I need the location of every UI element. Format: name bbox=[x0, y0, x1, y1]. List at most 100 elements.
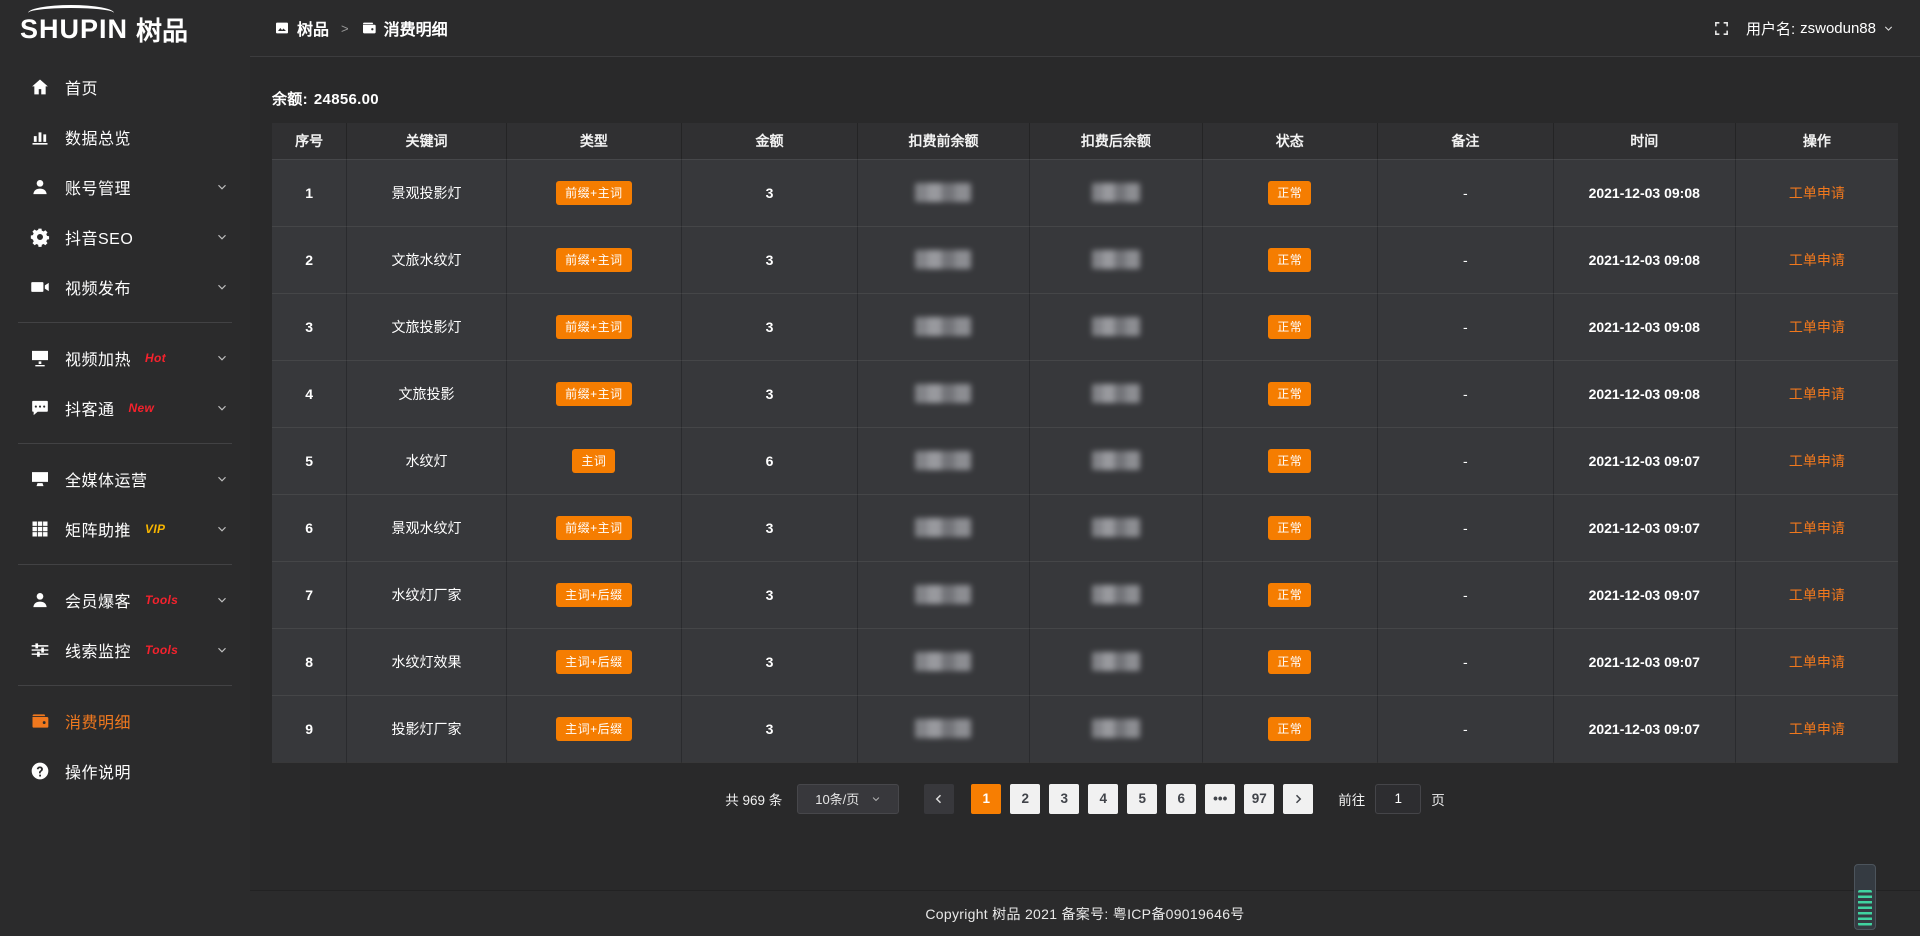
work-order-link[interactable]: 工单申请 bbox=[1789, 520, 1845, 536]
sidebar-divider bbox=[18, 443, 232, 444]
cell-post_balance bbox=[1030, 293, 1202, 360]
cell-status: 正常 bbox=[1202, 293, 1378, 360]
sidebar-item-label: 操作说明 bbox=[65, 759, 131, 783]
monitor-icon bbox=[30, 469, 50, 489]
breadcrumb-item-1[interactable]: 消费明细 bbox=[361, 16, 448, 40]
page-button-2[interactable]: 2 bbox=[1010, 784, 1040, 814]
cell-remark: - bbox=[1378, 695, 1554, 762]
work-order-link[interactable]: 工单申请 bbox=[1789, 185, 1845, 201]
sidebar-divider bbox=[18, 322, 232, 323]
breadcrumb: 树品>消费明细 bbox=[274, 16, 448, 40]
column-header-type: 类型 bbox=[506, 123, 682, 159]
table-body: 1景观投影灯前缀+主词3正常-2021-12-03 09:08工单申请2文旅水纹… bbox=[272, 159, 1898, 762]
prev-page-button[interactable] bbox=[924, 784, 954, 814]
sidebar-item-douketong[interactable]: 抖客通New bbox=[0, 383, 250, 433]
redacted-balance bbox=[1092, 652, 1140, 671]
sidebar-item-clue-monitor[interactable]: 线索监控 Tools bbox=[0, 625, 250, 675]
sidebar-item-data-overview[interactable]: 数据总览 bbox=[0, 112, 250, 162]
sidebar-item-video-publish[interactable]: 视频发布 bbox=[0, 262, 250, 312]
page-button-5[interactable]: 5 bbox=[1127, 784, 1157, 814]
chevron-down-icon bbox=[216, 231, 228, 243]
type-badge: 前缀+主词 bbox=[556, 382, 632, 406]
sidebar-item-operation-guide[interactable]: 操作说明 bbox=[0, 746, 250, 796]
cell-time: 2021-12-03 09:08 bbox=[1553, 360, 1735, 427]
cell-remark: - bbox=[1378, 293, 1554, 360]
fullscreen-icon[interactable] bbox=[1713, 20, 1730, 37]
column-header-status: 状态 bbox=[1202, 123, 1378, 159]
sidebar-item-label: 视频加热 bbox=[65, 346, 131, 370]
gear-icon bbox=[30, 227, 50, 247]
sidebar-item-home[interactable]: 首页 bbox=[0, 62, 250, 112]
work-order-link[interactable]: 工单申请 bbox=[1789, 453, 1845, 469]
type-badge: 主词+后缀 bbox=[556, 717, 632, 741]
page-button-6[interactable]: 6 bbox=[1166, 784, 1196, 814]
column-header-amount: 金额 bbox=[682, 123, 858, 159]
page-size-select[interactable]: 10条/页 bbox=[797, 784, 899, 814]
video-icon bbox=[30, 277, 50, 297]
sidebar-item-account-management[interactable]: 账号管理 bbox=[0, 162, 250, 212]
cell-no: 8 bbox=[272, 628, 347, 695]
redacted-balance bbox=[915, 317, 971, 336]
type-badge: 主词+后缀 bbox=[556, 650, 632, 674]
goto-page-input[interactable] bbox=[1375, 784, 1421, 814]
sidebar-item-consumption-detail[interactable]: 消费明细 bbox=[0, 696, 250, 746]
breadcrumb-item-0[interactable]: 树品 bbox=[274, 16, 329, 40]
cell-keyword: 水纹灯厂家 bbox=[347, 561, 506, 628]
redacted-balance bbox=[1092, 183, 1140, 202]
sidebar-item-label: 首页 bbox=[65, 75, 98, 99]
cell-keyword: 景观投影灯 bbox=[347, 159, 506, 226]
chevron-down-icon bbox=[216, 644, 228, 656]
sidebar-item-member-baoke[interactable]: 会员爆客Tools bbox=[0, 575, 250, 625]
breadcrumb-label: 消费明细 bbox=[384, 16, 448, 40]
redacted-balance bbox=[1092, 518, 1140, 537]
cell-keyword: 水纹灯效果 bbox=[347, 628, 506, 695]
mini-widget[interactable] bbox=[1854, 864, 1876, 930]
sidebar-item-video-heating[interactable]: 视频加热Hot bbox=[0, 333, 250, 383]
sidebar-item-all-media-operation[interactable]: 全媒体运营 bbox=[0, 454, 250, 504]
status-badge: 正常 bbox=[1268, 181, 1311, 205]
page-button-3[interactable]: 3 bbox=[1049, 784, 1079, 814]
sidebar-item-label: 线索监控 bbox=[65, 638, 131, 662]
cell-keyword: 投影灯厂家 bbox=[347, 695, 506, 762]
page-size-label: 10条/页 bbox=[815, 789, 859, 808]
work-order-link[interactable]: 工单申请 bbox=[1789, 386, 1845, 402]
sidebar-item-label: 抖音SEO bbox=[65, 225, 133, 249]
page-button-97[interactable]: 97 bbox=[1244, 784, 1274, 814]
next-page-button[interactable] bbox=[1283, 784, 1313, 814]
type-badge: 前缀+主词 bbox=[556, 315, 632, 339]
wallet-icon bbox=[361, 20, 377, 36]
work-order-link[interactable]: 工单申请 bbox=[1789, 252, 1845, 268]
cell-no: 5 bbox=[272, 427, 347, 494]
sidebar-item-label: 会员爆客 bbox=[65, 588, 131, 612]
cell-pre_balance bbox=[857, 427, 1029, 494]
work-order-link[interactable]: 工单申请 bbox=[1789, 721, 1845, 737]
status-badge: 正常 bbox=[1268, 717, 1311, 741]
redacted-balance bbox=[1092, 451, 1140, 470]
sidebar-item-douyin-seo[interactable]: 抖音SEO bbox=[0, 212, 250, 262]
cell-time: 2021-12-03 09:08 bbox=[1553, 293, 1735, 360]
cell-time: 2021-12-03 09:07 bbox=[1553, 427, 1735, 494]
cell-no: 6 bbox=[272, 494, 347, 561]
pagination-more-button[interactable]: ••• bbox=[1205, 784, 1235, 814]
redacted-balance bbox=[915, 518, 971, 537]
sidebar-item-matrix-boost[interactable]: 矩阵助推VIP bbox=[0, 504, 250, 554]
sliders-icon bbox=[30, 640, 50, 660]
redacted-balance bbox=[1092, 250, 1140, 269]
cell-amount: 3 bbox=[682, 360, 858, 427]
mini-widget-stripes-icon bbox=[1858, 890, 1872, 926]
page-button-4[interactable]: 4 bbox=[1088, 784, 1118, 814]
work-order-link[interactable]: 工单申请 bbox=[1789, 654, 1845, 670]
user-menu[interactable]: 用户名: zswodun88 bbox=[1746, 18, 1894, 39]
cell-no: 4 bbox=[272, 360, 347, 427]
page-button-1[interactable]: 1 bbox=[971, 784, 1001, 814]
column-header-post_balance: 扣费后余额 bbox=[1030, 123, 1202, 159]
cell-action: 工单申请 bbox=[1735, 159, 1898, 226]
work-order-link[interactable]: 工单申请 bbox=[1789, 319, 1845, 335]
sidebar-divider bbox=[18, 685, 232, 686]
logo[interactable]: SHUPIN 树品 bbox=[0, 0, 250, 58]
work-order-link[interactable]: 工单申请 bbox=[1789, 587, 1845, 603]
sidebar-badge-tools: Tools bbox=[145, 643, 178, 657]
cell-type: 前缀+主词 bbox=[506, 226, 682, 293]
cell-no: 9 bbox=[272, 695, 347, 762]
table-row: 6景观水纹灯前缀+主词3正常-2021-12-03 09:07工单申请 bbox=[272, 494, 1898, 561]
